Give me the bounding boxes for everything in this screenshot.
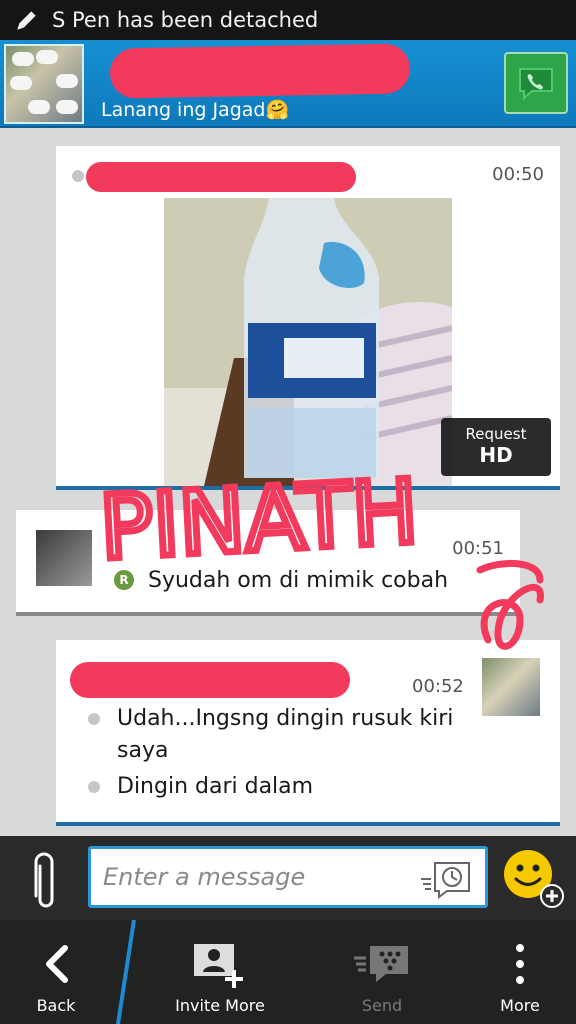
- contact-avatar-small: [482, 658, 540, 716]
- call-button[interactable]: [504, 52, 568, 114]
- water-bottle-photo[interactable]: [164, 198, 452, 486]
- sender-name-redaction: [86, 162, 356, 192]
- invite-contact-icon: [194, 944, 243, 988]
- message-time: 00:51: [452, 538, 504, 559]
- message-input-box[interactable]: [88, 846, 488, 908]
- pen-icon: [17, 11, 36, 30]
- message-incoming[interactable]: 00:52 Udah...Ingsng dingin rusuk kiri sa…: [56, 640, 560, 826]
- message-bullet: [88, 781, 100, 793]
- timed-message-icon[interactable]: [419, 857, 473, 899]
- back-arrow-icon: [46, 945, 68, 983]
- message-line: saya: [117, 738, 169, 763]
- chat-header: Lanang ing Jagad🤗: [0, 40, 576, 128]
- hugging-emoji-icon: 🤗: [265, 99, 290, 121]
- action-bar: Back Invite More Send More: [0, 920, 576, 1024]
- message-outgoing[interactable]: 00:51 R Syudah om di mimik cobah: [16, 510, 520, 616]
- message-time: 00:52: [412, 676, 464, 697]
- contact-name-redaction: [109, 43, 411, 99]
- phone-icon: [519, 68, 553, 101]
- action-bar-divider: [116, 920, 136, 1024]
- message-picture[interactable]: 00:50 Request HD: [56, 146, 560, 490]
- invite-more-button[interactable]: Invite More: [150, 920, 290, 1024]
- composer-bar: [0, 836, 576, 920]
- message-bullet: [72, 170, 84, 182]
- send-button[interactable]: Send: [312, 920, 452, 1024]
- back-button[interactable]: Back: [0, 920, 112, 1024]
- attach-icon[interactable]: [26, 848, 62, 912]
- emoticon-icon[interactable]: [502, 848, 564, 910]
- message-line: Dingin dari dalam: [117, 774, 314, 799]
- contact-avatar[interactable]: [4, 44, 84, 124]
- status-bar: S Pen has been detached: [0, 0, 576, 40]
- more-button[interactable]: More: [470, 920, 570, 1024]
- more-dots-icon: [516, 944, 524, 984]
- message-text: Syudah om di mimik cobah: [148, 568, 449, 593]
- sender-name-redaction: [70, 662, 350, 698]
- read-receipt-icon: R: [114, 570, 134, 590]
- status-text: S Pen has been detached: [52, 8, 319, 32]
- my-avatar: [36, 530, 92, 586]
- request-hd-button[interactable]: Request HD: [441, 418, 551, 476]
- message-input[interactable]: [103, 849, 423, 905]
- message-line: Udah...Ingsng dingin rusuk kiri: [117, 706, 454, 731]
- contact-status-message: Lanang ing Jagad🤗: [101, 99, 290, 121]
- message-bullet: [88, 713, 100, 725]
- send-bbm-icon: [354, 946, 408, 982]
- message-time: 00:50: [492, 164, 544, 185]
